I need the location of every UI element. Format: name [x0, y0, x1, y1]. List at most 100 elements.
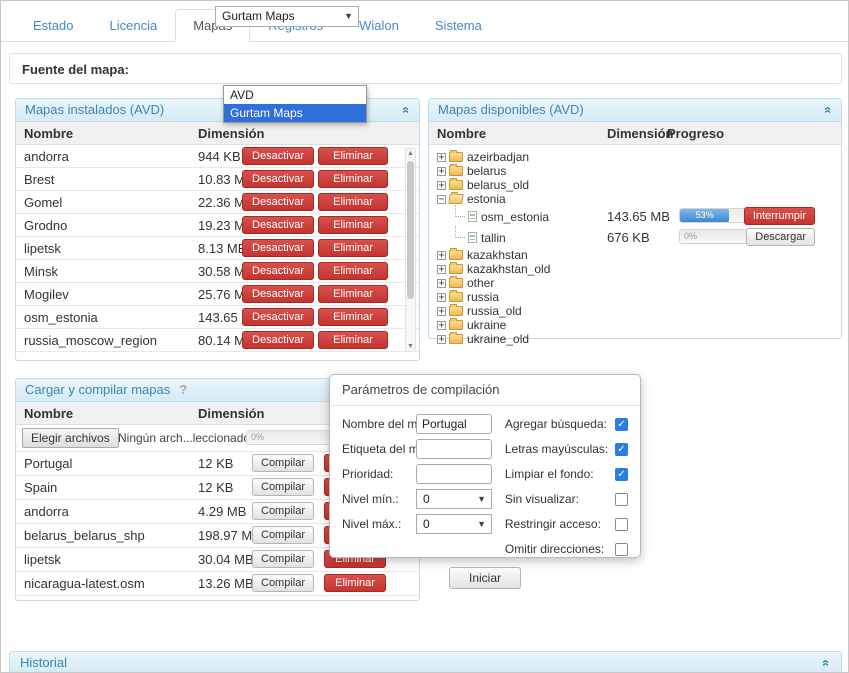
- deactivate-button[interactable]: Desactivar: [242, 216, 314, 234]
- dropdown-option[interactable]: Gurtam Maps: [224, 104, 366, 122]
- field-input[interactable]: [416, 464, 492, 484]
- choose-files-button[interactable]: Elegir archivos: [22, 428, 119, 448]
- scroll-up-icon[interactable]: ▲: [406, 150, 415, 157]
- deactivate-button[interactable]: Desactivar: [242, 170, 314, 188]
- compile-button[interactable]: Compilar: [252, 454, 314, 472]
- expand-icon[interactable]: +: [437, 152, 446, 162]
- deactivate-button[interactable]: Desactivar: [242, 331, 314, 349]
- field-input[interactable]: [416, 414, 492, 434]
- delete-button[interactable]: Eliminar: [318, 262, 388, 280]
- expand-icon[interactable]: +: [437, 250, 446, 260]
- deactivate-button[interactable]: Desactivar: [242, 285, 314, 303]
- tree-item-kazakhstan_old[interactable]: + kazakhstan_old: [429, 262, 841, 276]
- scrollbar-thumb[interactable]: [407, 161, 414, 299]
- map-name: osm_estonia: [24, 310, 98, 325]
- delete-button[interactable]: Eliminar: [318, 193, 388, 211]
- checkbox[interactable]: [615, 542, 628, 556]
- checkbox[interactable]: [615, 517, 628, 531]
- compile-button[interactable]: Compilar: [252, 526, 314, 544]
- file-icon: [468, 211, 477, 222]
- tree-item-osm_estonia[interactable]: osm_estonia 143.65 MB 53% Interrumpir: [429, 204, 841, 227]
- field-select[interactable]: 0 ▼: [416, 514, 492, 534]
- scrollbar[interactable]: ▲ ▼: [405, 148, 416, 352]
- server-admin-page: EstadoLicenciaMapasRegistrosWialonSistem…: [0, 0, 849, 673]
- checkbox-label: Sin visualizar:: [504, 492, 579, 506]
- tab-estado[interactable]: Estado: [15, 9, 91, 42]
- checkbox[interactable]: ✓: [615, 442, 628, 456]
- checkbox[interactable]: [615, 492, 628, 506]
- delete-button[interactable]: Eliminar: [318, 170, 388, 188]
- tab-sistema[interactable]: Sistema: [417, 9, 500, 42]
- expand-icon[interactable]: +: [437, 306, 446, 316]
- tree-item-kazakhstan[interactable]: + kazakhstan: [429, 248, 841, 262]
- field-select[interactable]: 0 ▼: [416, 489, 492, 509]
- column-size: Dimensión: [198, 126, 265, 141]
- folder-closed-icon: [449, 318, 463, 330]
- expand-icon[interactable]: +: [437, 180, 446, 190]
- history-panel-header[interactable]: Historial «: [9, 651, 842, 672]
- expand-icon[interactable]: +: [437, 334, 446, 344]
- deactivate-button[interactable]: Desactivar: [242, 262, 314, 280]
- tab-licencia[interactable]: Licencia: [91, 9, 175, 42]
- expand-icon[interactable]: +: [437, 166, 446, 176]
- deactivate-button[interactable]: Desactivar: [242, 239, 314, 257]
- interrupt-button[interactable]: Interrumpir: [743, 207, 815, 225]
- tree-item-ukraine[interactable]: + ukraine: [429, 318, 841, 332]
- map-source-select[interactable]: Gurtam Maps ▼: [215, 6, 359, 27]
- tree-item-ukraine_old[interactable]: + ukraine_old: [429, 332, 841, 346]
- delete-button[interactable]: Eliminar: [318, 216, 388, 234]
- scroll-down-icon[interactable]: ▼: [406, 343, 415, 350]
- tree-item-label: ukraine_old: [467, 332, 530, 346]
- tree-item-belarus_old[interactable]: + belarus_old: [429, 178, 841, 192]
- checkbox[interactable]: ✓: [615, 417, 628, 431]
- collapse-icon[interactable]: −: [437, 194, 446, 204]
- delete-button[interactable]: Eliminar: [318, 331, 388, 349]
- tree-item-belarus[interactable]: + belarus: [429, 164, 841, 178]
- field-input[interactable]: [416, 439, 492, 459]
- file-status-text: Ningún arch...leccionado: [118, 431, 251, 445]
- field-label: Nivel mín.:: [342, 492, 399, 506]
- expand-icon[interactable]: +: [437, 320, 446, 330]
- map-size: 30.04 MB: [198, 552, 254, 567]
- tree-item-azeirbadjan[interactable]: + azeirbadjan: [429, 150, 841, 164]
- tree-item-russia_old[interactable]: + russia_old: [429, 304, 841, 318]
- compile-button[interactable]: Compilar: [252, 574, 314, 592]
- tree-item-estonia[interactable]: − estonia: [429, 192, 841, 206]
- help-icon[interactable]: ?: [179, 382, 187, 397]
- deactivate-button[interactable]: Desactivar: [242, 147, 314, 165]
- expand-icon[interactable]: +: [437, 264, 446, 274]
- field-label: Prioridad:: [342, 467, 394, 481]
- expand-icon[interactable]: +: [437, 278, 446, 288]
- tree-item-label: russia: [467, 290, 500, 304]
- delete-button[interactable]: Eliminar: [318, 239, 388, 257]
- deactivate-button[interactable]: Desactivar: [242, 308, 314, 326]
- column-name: Nombre: [437, 126, 487, 141]
- download-button[interactable]: Descargar: [746, 228, 815, 246]
- tree-item-label: kazakhstan_old: [467, 262, 551, 276]
- compile-button[interactable]: Compilar: [252, 550, 314, 568]
- tree-item-label: ukraine: [467, 318, 507, 332]
- caret-down-icon: ▼: [344, 11, 353, 21]
- collapse-icon[interactable]: «: [821, 103, 836, 117]
- tree-item-tallin[interactable]: tallin 676 KB 0% Descargar: [429, 225, 841, 248]
- delete-button[interactable]: Eliminar: [318, 147, 388, 165]
- folder-closed-icon: [449, 178, 463, 190]
- compile-button[interactable]: Compilar: [252, 502, 314, 520]
- collapse-icon[interactable]: «: [399, 103, 414, 117]
- start-button[interactable]: Iniciar: [449, 567, 521, 589]
- checkbox[interactable]: ✓: [615, 467, 628, 481]
- expand-icon[interactable]: +: [437, 292, 446, 302]
- tree-item-label: russia_old: [467, 304, 522, 318]
- tree-item-russia[interactable]: + russia: [429, 290, 841, 304]
- dropdown-option[interactable]: AVD: [224, 86, 366, 104]
- tree-item-other[interactable]: + other: [429, 276, 841, 290]
- map-name: Gomel: [24, 195, 63, 210]
- available-panel-header[interactable]: Mapas disponibles (AVD) «: [429, 99, 841, 122]
- compile-button[interactable]: Compilar: [252, 478, 314, 496]
- delete-button[interactable]: Eliminar: [318, 308, 388, 326]
- deactivate-button[interactable]: Desactivar: [242, 193, 314, 211]
- delete-button[interactable]: Eliminar: [318, 285, 388, 303]
- collapse-icon[interactable]: «: [819, 656, 834, 670]
- caret-down-icon: ▼: [477, 519, 486, 529]
- dialog-checkbox-row: Letras mayúsculas: ✓: [505, 439, 628, 459]
